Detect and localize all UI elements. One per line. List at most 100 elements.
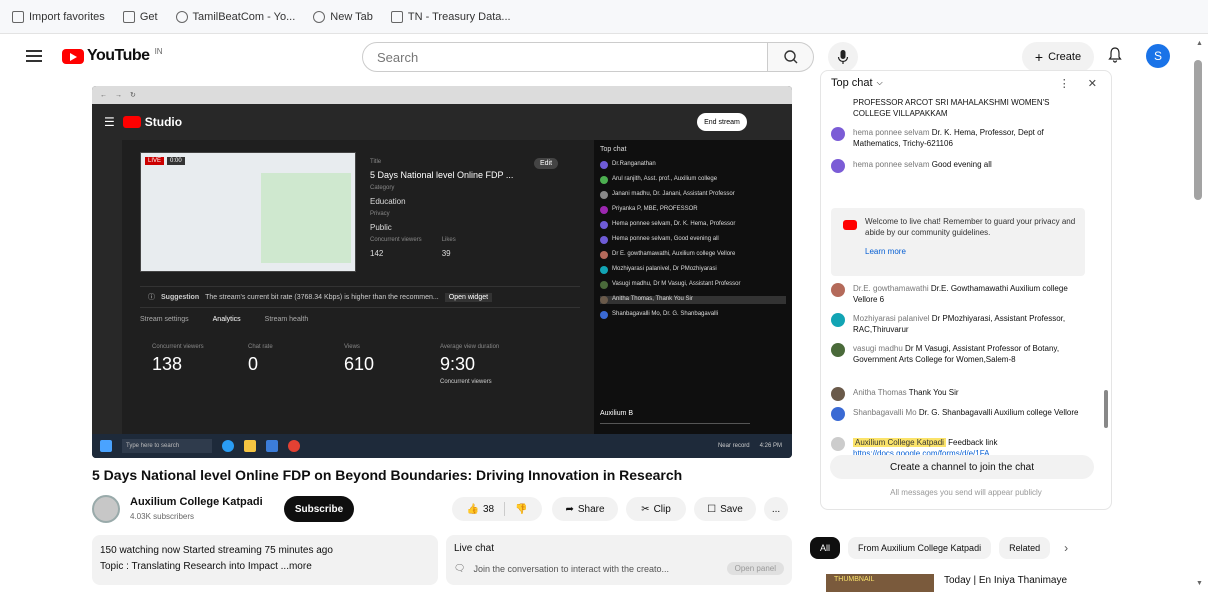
tab-stream-health: Stream health xyxy=(264,316,309,323)
chat-mode-selector[interactable]: Top chat xyxy=(831,77,873,89)
chip-related[interactable]: Related xyxy=(999,537,1051,559)
close-icon[interactable]: ✕ xyxy=(1088,77,1097,90)
chevron-right-icon[interactable]: › xyxy=(1064,541,1068,555)
chat-author: vasugi madhu xyxy=(853,344,903,353)
stream-title: 5 Days National level Online FDP ... xyxy=(370,170,514,180)
menu-icon[interactable] xyxy=(26,50,42,62)
scroll-down-arrow-icon[interactable]: ▼ xyxy=(1196,580,1203,587)
description-topic: Topic : Translating Research into Impact… xyxy=(100,561,312,572)
logo-country: IN xyxy=(154,47,163,56)
chat-text: PROFESSOR ARCOT SRI MAHALAKSHMI WOMEN'S … xyxy=(853,98,1050,118)
create-channel-label: Create a channel to join the chat xyxy=(890,461,1034,473)
chip-from-channel[interactable]: From Auxilium College Katpadi xyxy=(848,537,992,559)
save-button[interactable]: ☐ Save xyxy=(694,497,756,521)
chat-author: hema ponnee selvam xyxy=(853,128,930,137)
studio-chat-row: Arul ranjith, Asst. prof., Auxilium coll… xyxy=(600,176,786,184)
video-player[interactable]: ← → ↻ ☰ Studio End stream LIVE 0:00 Titl… xyxy=(92,86,792,458)
like-button[interactable]: 👍 38 xyxy=(466,504,494,515)
more-vert-icon[interactable]: ⋮ xyxy=(1059,77,1070,90)
chat-scrollbar[interactable] xyxy=(1104,390,1108,428)
studio-chat-row: Hema ponnee selvam, Dr. K. Hema, Profess… xyxy=(600,221,786,229)
channel-avatar[interactable] xyxy=(92,495,120,523)
studio-chat-text: Anitha Thomas, Thank You Sir xyxy=(612,296,693,302)
channel-name[interactable]: Auxilium College Katpadi xyxy=(130,496,263,508)
recommendation-thumbnail[interactable]: THUMBNAIL xyxy=(826,574,934,592)
end-stream-label: End stream xyxy=(704,118,740,126)
studio-chat-text: Arul ranjith, Asst. prof., Auxilium coll… xyxy=(612,176,718,182)
youtube-logo[interactable]: YouTube IN xyxy=(62,47,163,65)
notifications-bell-icon[interactable] xyxy=(1108,47,1122,68)
stat-sub-label: Concurrent viewers xyxy=(440,379,492,385)
info-label: Category xyxy=(370,185,395,191)
bookmark-import-favorites[interactable]: Import favorites xyxy=(12,10,105,23)
microphone-icon xyxy=(837,50,849,64)
open-widget-link: Open widget xyxy=(444,292,493,302)
studio-chat-row: Anitha Thomas, Thank You Sir xyxy=(600,296,786,304)
clip-button[interactable]: ✂ Clip xyxy=(626,497,686,521)
bookmark-treasury[interactable]: TN - Treasury Data... xyxy=(390,10,511,23)
create-channel-button[interactable]: Create a channel to join the chat xyxy=(830,455,1094,479)
thumbs-up-icon: 👍 xyxy=(466,503,479,515)
chat-avatar xyxy=(831,407,845,421)
page-scrollbar[interactable] xyxy=(1194,60,1202,200)
studio-chat-text: Priyanka P, MBE, PROFESSOR xyxy=(612,206,698,212)
chat-text: Good evening all xyxy=(931,160,992,169)
live-chat-box-title: Live chat xyxy=(454,543,495,554)
chat-avatar xyxy=(831,127,845,141)
video-title: 5 Days National level Online FDP on Beyo… xyxy=(92,467,683,483)
info-label: Title xyxy=(370,159,382,165)
studio-chat-text: Janani madhu, Dr. Janani, Assistant Prof… xyxy=(612,191,735,197)
chip-all[interactable]: All xyxy=(810,537,841,559)
welcome-text: Welcome to live chat! Remember to guard … xyxy=(865,217,1076,237)
search-input[interactable]: Search xyxy=(362,42,768,72)
description-box[interactable]: 150 watching now Started streaming 75 mi… xyxy=(92,535,438,585)
chat-author-owner: Auxilium College Katpadi xyxy=(853,438,946,447)
bookmark-label: Import favorites xyxy=(29,10,105,23)
create-button[interactable]: + Create xyxy=(1022,42,1094,72)
bookmark-new-tab[interactable]: New Tab xyxy=(313,10,373,23)
bookmark-get[interactable]: Get xyxy=(122,10,158,23)
taskbar-search: Type here to search xyxy=(122,439,212,453)
studio-chat-text: Dr E. gowthamawathi, Auxilium college Ve… xyxy=(612,251,736,257)
stat-chat-rate: Chat rate 0 xyxy=(248,344,344,389)
more-label: ... xyxy=(771,503,781,515)
studio-chat-row: Dr.Ranganathan xyxy=(600,161,786,169)
subscribe-button[interactable]: Subscribe xyxy=(284,496,354,522)
search-button[interactable] xyxy=(768,42,814,72)
join-conversation-text: Join the conversation to interact with t… xyxy=(473,563,670,574)
youtube-icon xyxy=(843,220,857,230)
studio-chat-row: Dr E. gowthamawathi, Auxilium college Ve… xyxy=(600,251,786,259)
studio-tabs: Stream settings Analytics Stream health xyxy=(140,316,308,323)
tab-analytics: Analytics xyxy=(212,316,241,323)
open-panel-button[interactable]: Open panel xyxy=(726,562,784,575)
time-badge: 0:00 xyxy=(167,157,185,165)
suggestion-label: Suggestion xyxy=(161,293,200,301)
more-actions-button[interactable]: ... xyxy=(764,497,788,521)
chat-message: hema ponnee selvam Good evening all xyxy=(831,159,1089,173)
chrome-icon xyxy=(288,440,300,452)
chat-disclaimer: All messages you send will appear public… xyxy=(890,488,1042,497)
account-avatar[interactable]: S xyxy=(1146,44,1170,68)
stat-concurrent: Concurrent viewers 138 xyxy=(152,344,248,389)
studio-chat-text: Hema ponnee selvam, Good evening all xyxy=(612,236,719,242)
recommendation-title[interactable]: Today | En Iniya Thanimaye xyxy=(944,575,1067,586)
scroll-up-arrow-icon[interactable]: ▲ xyxy=(1196,40,1203,47)
taskbar-weather: Near record xyxy=(717,443,750,449)
share-button[interactable]: ➦ Share xyxy=(552,497,618,521)
share-icon: ➦ xyxy=(565,503,574,515)
bookmark-tamilbeat[interactable]: TamilBeatCom - Yo... xyxy=(175,10,295,23)
preview-content xyxy=(261,173,351,263)
studio-logo: Studio xyxy=(122,115,182,129)
voice-search-button[interactable] xyxy=(828,42,858,72)
reload-icon: ↻ xyxy=(130,92,136,99)
chat-avatar xyxy=(831,159,845,173)
chat-messages: PROFESSOR ARCOT SRI MAHALAKSHMI WOMEN'S … xyxy=(821,97,1101,458)
stream-preview: LIVE 0:00 xyxy=(140,152,356,272)
chat-message: PROFESSOR ARCOT SRI MAHALAKSHMI WOMEN'S … xyxy=(831,97,1089,119)
stat-label: Concurrent viewers xyxy=(152,344,204,350)
learn-more-link[interactable]: Learn more xyxy=(865,246,1077,257)
thumbs-down-icon[interactable]: 👎 xyxy=(515,504,527,515)
chat-message: vasugi madhu Dr M Vasugi, Assistant Prof… xyxy=(831,343,1089,365)
bookmark-label: TN - Treasury Data... xyxy=(407,10,511,23)
studio-chat-title: Top chat xyxy=(600,146,627,153)
